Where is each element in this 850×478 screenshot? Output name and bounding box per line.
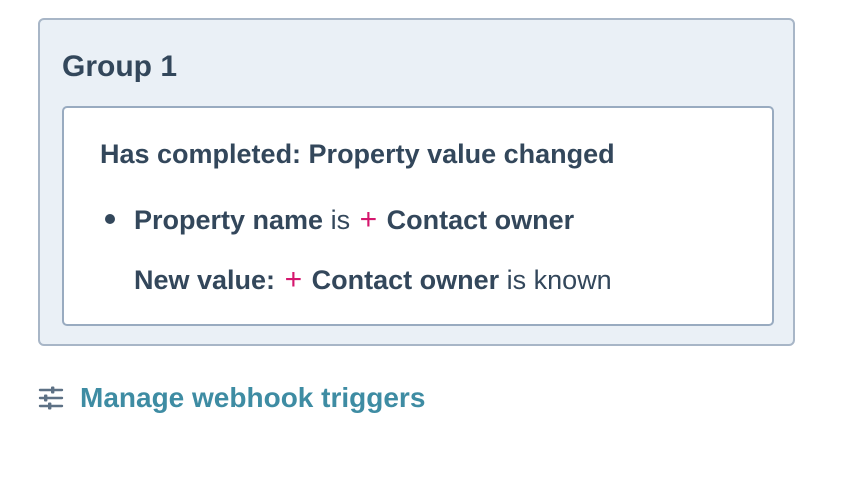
bullet-dot [105, 214, 115, 224]
manage-webhook-triggers-label: Manage webhook triggers [80, 382, 426, 413]
filter-group-card: Group 1 Has completed: Property value ch… [38, 18, 795, 346]
plus-icon: + [359, 203, 378, 236]
criteria-line-new-value: New value: + Contact owner is known [134, 262, 612, 298]
plus-icon: + [284, 263, 303, 296]
property-value: Contact owner [386, 205, 575, 235]
criteria-line-property-name: Property name is + Contact owner [134, 202, 574, 238]
property-name-label: Property name [134, 205, 324, 235]
criteria-box[interactable]: Has completed: Property value changed Pr… [62, 106, 774, 326]
operator-text: is [330, 205, 351, 235]
criteria-heading: Has completed: Property value changed [100, 139, 615, 169]
page: Group 1 Has completed: Property value ch… [0, 0, 850, 478]
new-value-label: New value: [134, 265, 276, 295]
sliders-icon [38, 386, 64, 410]
new-value-suffix: is known [506, 265, 612, 295]
new-value-property: Contact owner [311, 265, 500, 295]
manage-webhook-triggers-link[interactable]: Manage webhook triggers [38, 380, 425, 416]
group-title: Group 1 [62, 50, 178, 83]
